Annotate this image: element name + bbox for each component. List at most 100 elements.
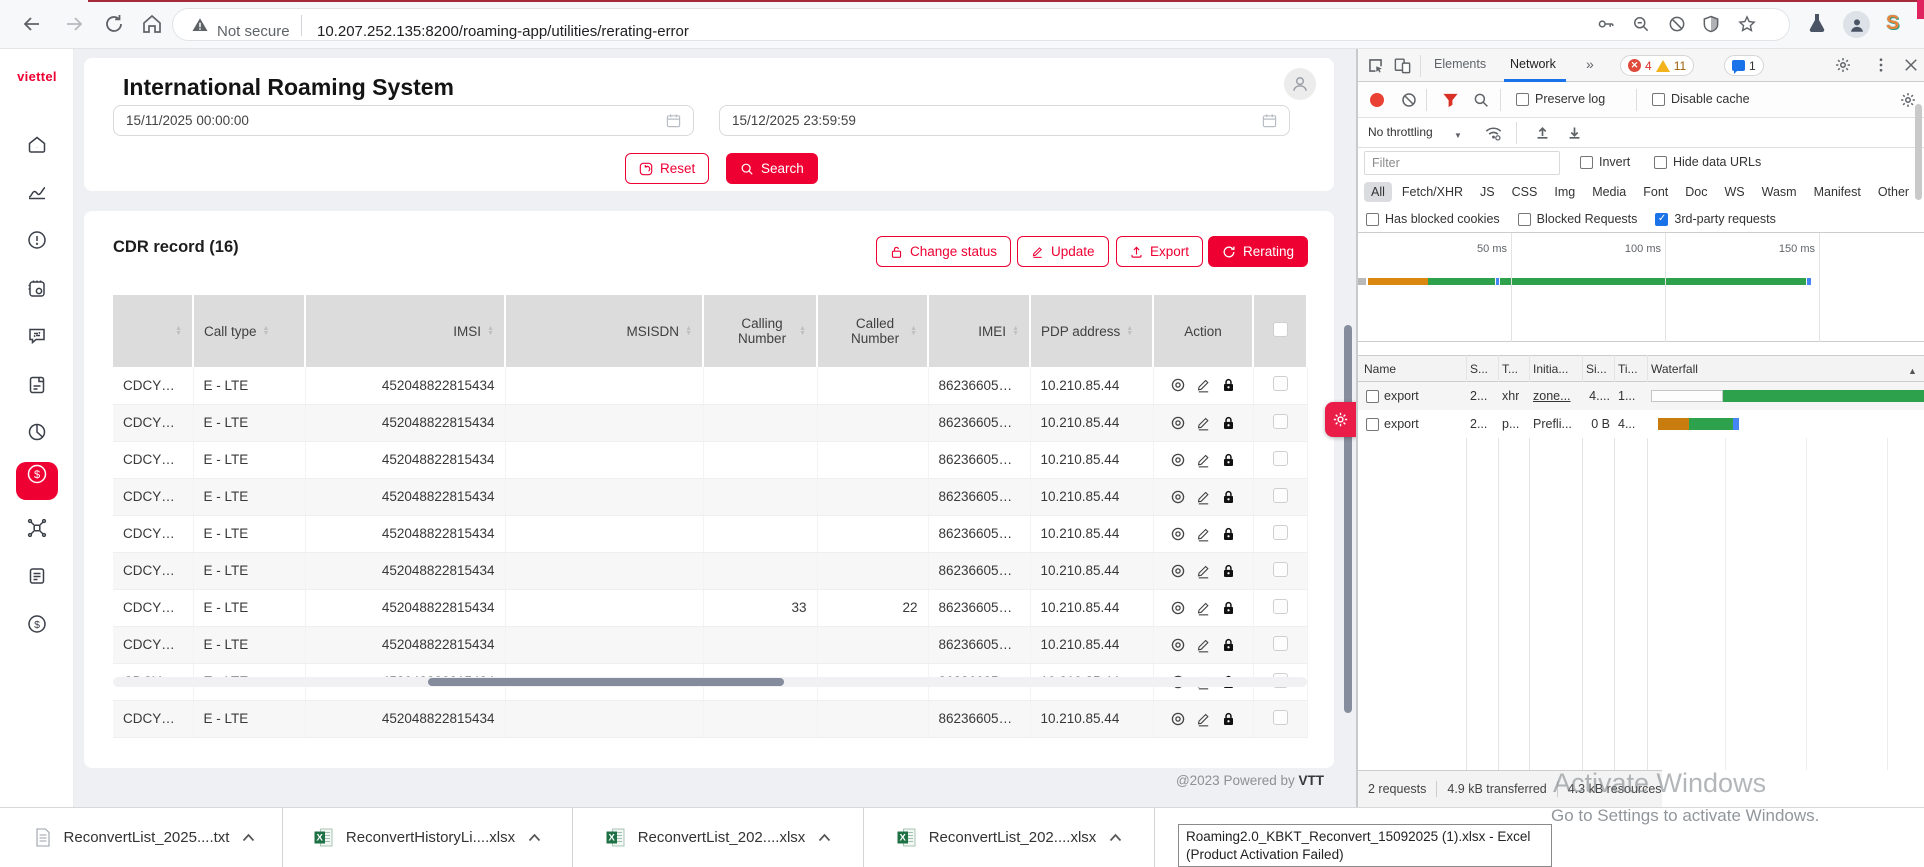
view-detail-icon[interactable] bbox=[1170, 415, 1186, 431]
row-checkbox[interactable] bbox=[1273, 451, 1288, 466]
blocked-content-icon[interactable] bbox=[1667, 14, 1691, 38]
lock-row-icon[interactable] bbox=[1221, 563, 1236, 579]
sort-icon[interactable] bbox=[685, 326, 692, 337]
request-checkbox[interactable] bbox=[1366, 418, 1379, 431]
sort-icon[interactable] bbox=[175, 326, 182, 337]
sidebar-item-line-chart[interactable] bbox=[0, 172, 74, 212]
col-calling-number[interactable]: Calling Number bbox=[703, 295, 817, 367]
device-toolbar-icon[interactable] bbox=[1393, 56, 1412, 75]
calendar-icon[interactable] bbox=[666, 113, 681, 128]
request-row[interactable]: export2...xhrzone...4....1... bbox=[1358, 382, 1924, 410]
disable-cache-checkbox[interactable]: Disable cache bbox=[1652, 92, 1750, 106]
inspect-element-icon[interactable] bbox=[1366, 56, 1385, 75]
edit-row-icon[interactable] bbox=[1196, 711, 1211, 727]
filter-chip-wasm[interactable]: Wasm bbox=[1755, 182, 1804, 202]
dropdown-caret-icon[interactable] bbox=[1454, 127, 1462, 141]
table-row[interactable]: CDCYPK...E - LTE452048822815434862366052… bbox=[113, 441, 1307, 478]
devtools-settings-icon[interactable] bbox=[1834, 56, 1852, 74]
invert-checkbox[interactable]: Invert bbox=[1580, 155, 1630, 169]
sidebar-item-chat-sync[interactable] bbox=[0, 316, 74, 356]
shield-icon[interactable] bbox=[1701, 14, 1725, 38]
filter-chip-fetchxhr[interactable]: Fetch/XHR bbox=[1395, 182, 1470, 202]
view-detail-icon[interactable] bbox=[1170, 600, 1186, 616]
blocked-requests-checkbox[interactable]: Blocked Requests bbox=[1518, 212, 1638, 226]
user-avatar[interactable] bbox=[1284, 68, 1316, 100]
sort-icon[interactable] bbox=[487, 326, 494, 337]
table-row[interactable]: CDCYPK...E - LTE452048822815434862366052… bbox=[113, 515, 1307, 552]
checkbox[interactable] bbox=[1652, 93, 1665, 106]
table-row[interactable]: CDCYPK...E - LTE452048822815434862366052… bbox=[113, 478, 1307, 515]
import-har-icon[interactable] bbox=[1534, 124, 1551, 141]
col-called-number[interactable]: Called Number bbox=[817, 295, 928, 367]
row-checkbox[interactable] bbox=[1273, 562, 1288, 577]
reload-icon[interactable] bbox=[102, 12, 126, 36]
home-button-icon[interactable] bbox=[140, 12, 164, 36]
col-name[interactable]: Name bbox=[1364, 362, 1396, 376]
sort-icon[interactable] bbox=[799, 326, 806, 337]
scrollbar-thumb[interactable] bbox=[428, 678, 784, 686]
col-time[interactable]: Ti... bbox=[1618, 362, 1638, 376]
sidebar-item-document-lines[interactable] bbox=[0, 556, 74, 596]
download-item[interactable]: XReconvertList_202....xlsx bbox=[865, 808, 1155, 867]
row-checkbox[interactable] bbox=[1273, 414, 1288, 429]
sidebar-item-chip-settings[interactable] bbox=[0, 269, 74, 309]
view-detail-icon[interactable] bbox=[1170, 526, 1186, 542]
devtools-scrollbar[interactable] bbox=[1915, 104, 1922, 200]
forward-icon[interactable] bbox=[62, 12, 86, 36]
filter-chip-css[interactable]: CSS bbox=[1505, 182, 1545, 202]
col-imei[interactable]: IMEI bbox=[928, 295, 1030, 367]
filter-chip-all[interactable]: All bbox=[1364, 182, 1392, 202]
sidebar-item-pie-chart[interactable] bbox=[0, 412, 74, 452]
hide-data-urls-checkbox[interactable]: Hide data URLs bbox=[1654, 155, 1761, 169]
address-bar[interactable]: Not secure 10.207.252.135:8200/roaming-a… bbox=[172, 8, 1790, 41]
table-row[interactable]: CDCYPK...E - LTE452048822815434862366052… bbox=[113, 367, 1307, 404]
messages-badge[interactable]: 1 bbox=[1724, 55, 1764, 76]
sidebar-item-file-note[interactable] bbox=[0, 365, 74, 405]
row-checkbox[interactable] bbox=[1273, 636, 1288, 651]
edit-row-icon[interactable] bbox=[1196, 637, 1211, 653]
sidebar-item-dollar-circle[interactable]: $ bbox=[0, 604, 74, 644]
view-detail-icon[interactable] bbox=[1170, 563, 1186, 579]
request-checkbox[interactable] bbox=[1366, 390, 1379, 403]
page-vertical-scrollbar[interactable] bbox=[1344, 325, 1352, 713]
checkbox[interactable] bbox=[1366, 213, 1379, 226]
reset-button[interactable]: Reset bbox=[625, 153, 709, 184]
row-checkbox[interactable] bbox=[1273, 376, 1288, 391]
lock-row-icon[interactable] bbox=[1221, 637, 1236, 653]
tab-elements[interactable]: Elements bbox=[1434, 57, 1486, 71]
edit-row-icon[interactable] bbox=[1196, 489, 1211, 505]
filter-funnel-icon[interactable] bbox=[1442, 92, 1459, 108]
col-type[interactable]: T... bbox=[1502, 362, 1518, 376]
edit-row-icon[interactable] bbox=[1196, 526, 1211, 542]
checkbox[interactable] bbox=[1516, 93, 1529, 106]
issues-badge[interactable]: ✕ 4 11 bbox=[1620, 55, 1694, 76]
sort-icon[interactable] bbox=[1126, 326, 1133, 337]
sort-icon[interactable] bbox=[263, 326, 270, 337]
network-conditions-icon[interactable] bbox=[1484, 124, 1503, 143]
filter-chip-manifest[interactable]: Manifest bbox=[1807, 182, 1868, 202]
network-overview[interactable]: 50 ms100 ms150 ms bbox=[1358, 233, 1924, 342]
filter-chip-other[interactable]: Other bbox=[1871, 182, 1916, 202]
filter-chip-img[interactable]: Img bbox=[1547, 182, 1582, 202]
row-checkbox[interactable] bbox=[1273, 599, 1288, 614]
lock-row-icon[interactable] bbox=[1221, 452, 1236, 468]
bookmark-star-icon[interactable] bbox=[1737, 14, 1761, 38]
col-imsi[interactable]: IMSI bbox=[305, 295, 505, 367]
edit-row-icon[interactable] bbox=[1196, 563, 1211, 579]
lock-row-icon[interactable] bbox=[1221, 600, 1236, 616]
search-button[interactable]: Search bbox=[726, 153, 818, 184]
sort-icon[interactable] bbox=[1012, 326, 1019, 337]
chevron-up-icon[interactable] bbox=[818, 833, 831, 842]
row-checkbox[interactable] bbox=[1273, 525, 1288, 540]
chevron-up-icon[interactable] bbox=[1109, 833, 1122, 842]
throttling-select[interactable]: No throttling bbox=[1368, 125, 1433, 139]
view-detail-icon[interactable] bbox=[1170, 489, 1186, 505]
change-status-button[interactable]: Change status bbox=[876, 236, 1011, 267]
filter-chip-ws[interactable]: WS bbox=[1717, 182, 1751, 202]
export-button[interactable]: Export bbox=[1116, 236, 1203, 267]
lock-row-icon[interactable] bbox=[1221, 415, 1236, 431]
edit-row-icon[interactable] bbox=[1196, 415, 1211, 431]
screenshot-app-icon[interactable]: S bbox=[1886, 12, 1899, 35]
settings-fab[interactable] bbox=[1325, 402, 1356, 437]
date-from-input[interactable]: 15/11/2025 00:00:00 bbox=[113, 105, 694, 136]
